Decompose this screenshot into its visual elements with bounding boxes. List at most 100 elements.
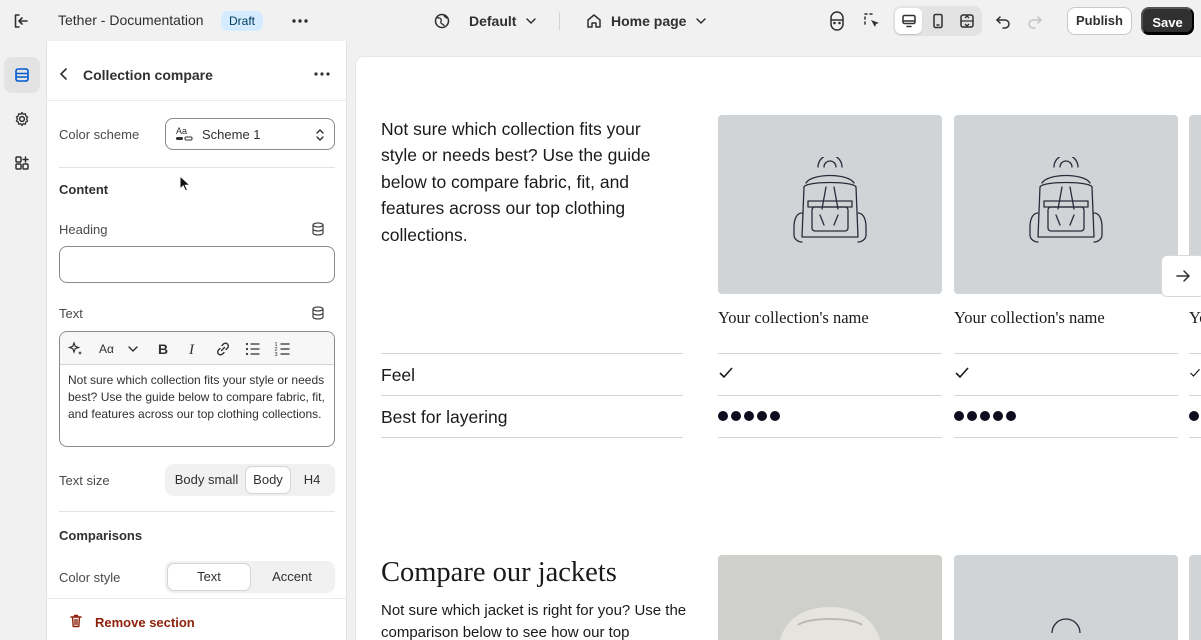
collection-compare-intro[interactable]: Not sure which collection fits your styl…: [381, 116, 681, 248]
chevron-down-icon: [524, 14, 538, 28]
mouse-cursor-icon: [179, 175, 191, 193]
divider: [381, 353, 683, 354]
divider: [59, 167, 335, 168]
rating-dots: [718, 411, 780, 421]
chevron-down-icon[interactable]: [123, 339, 143, 359]
jackets-heading[interactable]: Compare our jackets: [381, 557, 617, 589]
apps-icon[interactable]: [4, 145, 40, 181]
bold-icon[interactable]: B: [153, 339, 173, 359]
collection-image-placeholder[interactable]: [954, 555, 1178, 640]
collection-image-placeholder[interactable]: [718, 115, 942, 294]
text-size-body[interactable]: Body: [246, 467, 290, 493]
rating-dot: [993, 411, 1003, 421]
color-scheme-value: Scheme 1: [202, 127, 261, 142]
more-actions-icon[interactable]: [289, 10, 311, 32]
text-size-h4[interactable]: H4: [292, 467, 332, 493]
comparisons-heading: Comparisons: [59, 528, 143, 543]
jacket-image[interactable]: [718, 555, 942, 640]
fullscreen-view-icon[interactable]: [953, 8, 980, 34]
collection-name[interactable]: Yo: [1189, 308, 1201, 328]
link-icon[interactable]: [213, 339, 233, 359]
rating-dot: [744, 411, 754, 421]
scheme-swatch-icon: Aa: [174, 125, 194, 143]
remove-section-button[interactable]: Remove section: [47, 598, 346, 640]
text-size-body-small[interactable]: Body small: [168, 467, 245, 493]
divider: [59, 511, 335, 512]
divider: [718, 395, 942, 396]
settings-icon[interactable]: [4, 101, 40, 137]
color-scheme-select[interactable]: Aa Scheme 1: [165, 118, 335, 150]
theme-label: Default: [469, 13, 517, 29]
inspector-icon[interactable]: [860, 9, 884, 33]
rating-dot: [757, 411, 767, 421]
divider: [954, 353, 1178, 354]
ai-assistant-icon[interactable]: [825, 9, 849, 33]
jackets-intro[interactable]: Not sure which jacket is right for you? …: [381, 600, 691, 640]
collection-image-placeholder[interactable]: [954, 115, 1178, 294]
divider: [954, 395, 1178, 396]
collection-name[interactable]: Your collection's name: [954, 308, 1105, 328]
color-style-text[interactable]: Text: [168, 564, 250, 590]
row-label-layering: Best for layering: [381, 407, 508, 427]
page-label: Home page: [611, 13, 687, 29]
ai-sparkle-icon[interactable]: [66, 339, 86, 359]
divider: [1189, 437, 1201, 438]
storefront-preview: Not sure which collection fits your styl…: [356, 57, 1201, 640]
svg-text:I: I: [188, 342, 195, 358]
text-size-label: Text size: [59, 473, 110, 488]
svg-text:3: 3: [275, 352, 278, 358]
page-selector[interactable]: Home page: [585, 8, 708, 34]
mobile-view-icon[interactable]: [924, 8, 951, 34]
theme-selector[interactable]: Default: [433, 8, 538, 34]
home-icon: [585, 12, 603, 30]
svg-text:B: B: [158, 341, 168, 357]
text-style-icon[interactable]: Aα: [98, 339, 120, 359]
more-options-icon[interactable]: [311, 65, 333, 83]
panel-header: Collection compare: [47, 41, 346, 101]
color-style-segmented: Text Accent: [165, 561, 335, 593]
redo-icon[interactable]: [1023, 9, 1047, 33]
device-toggle: [893, 6, 982, 36]
top-bar: Tether - Documentation Draft Default Hom…: [0, 0, 1201, 41]
check-icon: [718, 366, 734, 380]
dynamic-source-icon[interactable]: [310, 305, 326, 321]
sections-icon[interactable]: [4, 57, 40, 93]
store-title: Tether - Documentation: [58, 12, 204, 28]
next-arrow-icon[interactable]: [1161, 255, 1201, 297]
section-settings-panel: Collection compare Color scheme Aa Schem…: [47, 41, 347, 640]
undo-icon[interactable]: [991, 9, 1015, 33]
collection-name[interactable]: Your collection's name: [718, 308, 869, 328]
color-style-accent[interactable]: Accent: [252, 564, 332, 590]
divider: [718, 437, 942, 438]
panel-title: Collection compare: [83, 67, 213, 83]
left-rail: [0, 41, 47, 640]
back-arrow-icon[interactable]: [55, 65, 73, 83]
check-icon: [954, 366, 970, 380]
exit-icon[interactable]: [10, 10, 32, 32]
italic-icon[interactable]: I: [183, 339, 203, 359]
divider: [381, 437, 683, 438]
rating-dot: [731, 411, 741, 421]
color-style-label: Color style: [59, 570, 121, 585]
text-editor-content[interactable]: Not sure which collection fits your styl…: [68, 372, 330, 423]
bullet-list-icon[interactable]: [243, 339, 263, 359]
divider: [1189, 353, 1201, 354]
publish-button[interactable]: Publish: [1067, 7, 1132, 35]
divider: [559, 12, 560, 30]
rating-dot: [967, 411, 977, 421]
select-chevron-icon: [314, 127, 326, 143]
text-size-segmented: Body small Body H4: [165, 464, 335, 496]
desktop-view-icon[interactable]: [895, 8, 922, 34]
chevron-down-icon: [694, 14, 708, 28]
remove-section-label: Remove section: [95, 615, 195, 630]
save-button[interactable]: Save: [1141, 7, 1194, 35]
row-label-feel: Feel: [381, 365, 416, 385]
rating-dot: [718, 411, 728, 421]
rating-dot: [1189, 411, 1199, 421]
content-heading: Content: [59, 182, 109, 197]
collection-image-placeholder[interactable]: [1189, 555, 1201, 640]
dynamic-source-icon[interactable]: [310, 221, 326, 237]
svg-text:Aα: Aα: [99, 342, 114, 356]
numbered-list-icon[interactable]: 123: [273, 339, 293, 359]
heading-input[interactable]: [59, 246, 335, 283]
